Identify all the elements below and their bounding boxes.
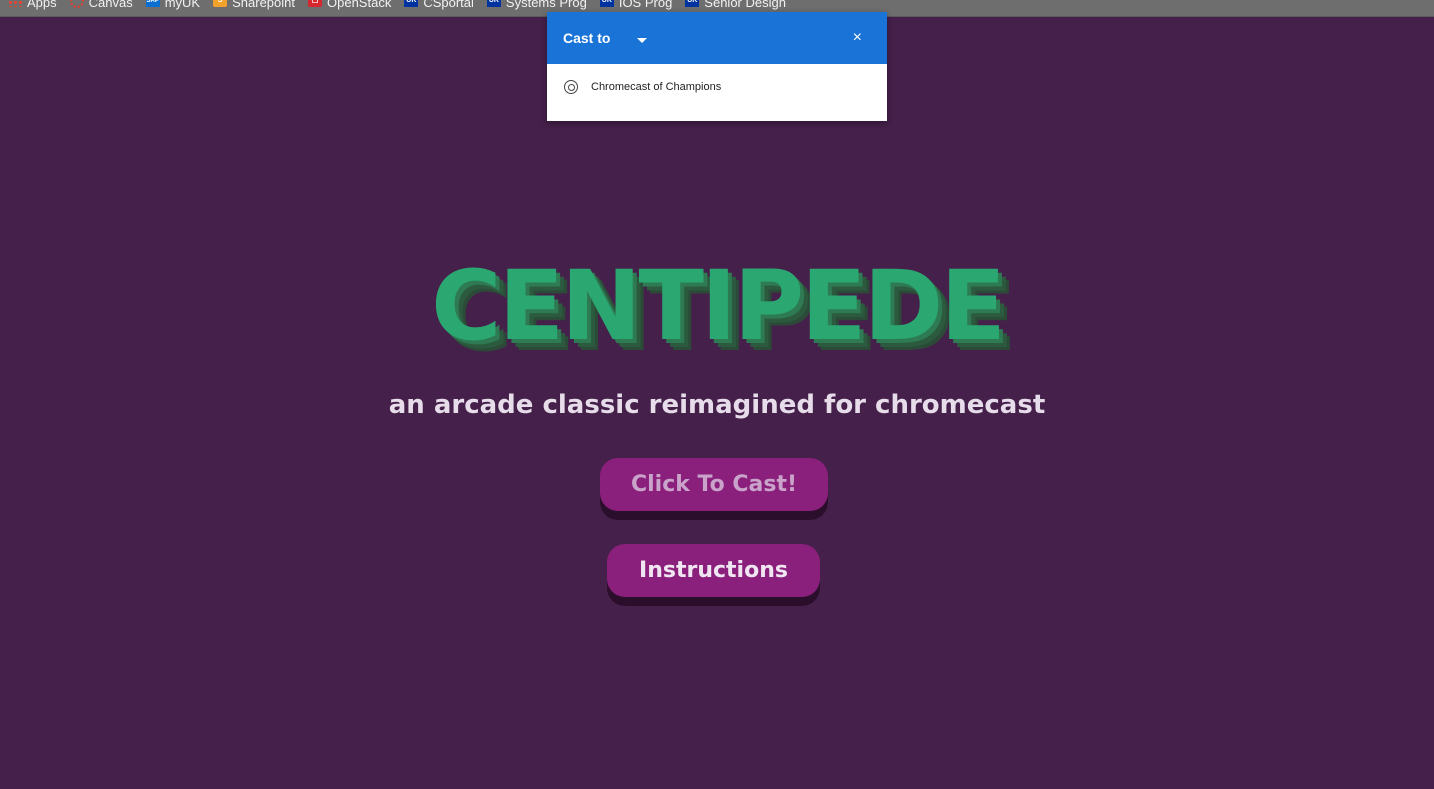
click-to-cast-button[interactable]: Click To Cast! [600,458,828,511]
game-title: CENTIPEDE [431,250,1006,362]
bookmark-sharepoint[interactable]: S Sharepoint [213,0,295,10]
cast-device-item[interactable]: Chromecast of Champions [547,64,887,110]
bookmark-label: IOS Prog [618,0,673,10]
bookmark-apps[interactable]: Apps [8,0,57,10]
bookmark-senior-design[interactable]: UK Senior Design [685,0,786,10]
instructions-button[interactable]: Instructions [607,544,820,597]
sap-icon: SAP [145,0,160,7]
uk-icon: UK [486,0,501,7]
bookmark-label: CSportal [423,0,474,10]
uk-icon: UK [404,0,419,7]
bookmark-label: myUK [164,0,201,10]
cast-dialog: Cast to × Chromecast of Champions [547,12,887,121]
sharepoint-icon: S [213,0,228,7]
bookmark-systems-prog[interactable]: UK Systems Prog [486,0,587,10]
cast-device-name: Chromecast of Champions [591,81,722,93]
bookmark-label: Sharepoint [232,0,295,10]
cast-dialog-header: Cast to × [547,12,887,64]
apps-grid-icon [8,0,22,7]
bookmark-ios-prog[interactable]: UK IOS Prog [599,0,673,10]
bookmark-openstack[interactable]: ▢ OpenStack [308,0,392,10]
bookmark-csportal[interactable]: UK CSportal [404,0,474,10]
chrome-icon [564,80,578,94]
uk-icon: UK [685,0,700,7]
source-dropdown-icon[interactable] [637,37,648,43]
openstack-icon: ▢ [308,0,322,7]
uk-icon: UK [599,0,614,7]
game-subtitle: an arcade classic reimagined for chromec… [388,390,1046,420]
bookmark-label: Canvas [88,0,133,10]
bookmark-label: Senior Design [704,0,786,10]
bookmark-label: Systems Prog [505,0,587,10]
cast-dialog-title: Cast to [563,30,611,46]
bookmark-label: OpenStack [327,0,392,10]
canvas-icon [69,0,84,8]
bookmark-myuk[interactable]: SAP myUK [145,0,201,10]
close-icon[interactable]: × [853,30,862,46]
bookmark-label: Apps [27,0,57,10]
bookmark-canvas[interactable]: Canvas [69,0,133,10]
